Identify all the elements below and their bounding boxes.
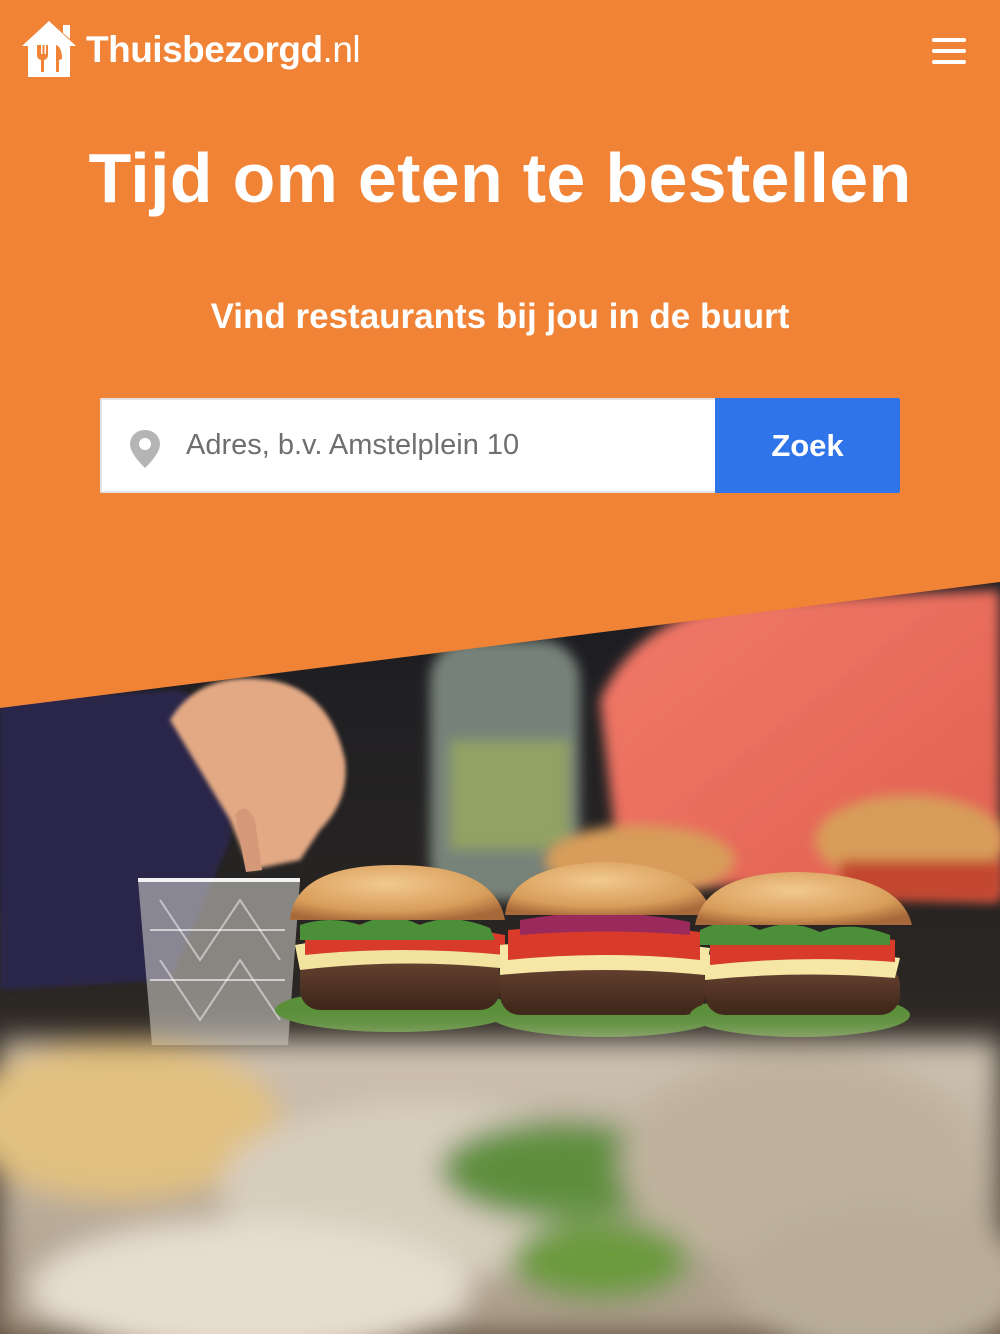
hamburger-menu-icon[interactable]: [932, 35, 968, 67]
brand-name: Thuisbezorgd: [86, 28, 323, 70]
address-input[interactable]: [186, 400, 701, 491]
site-header: Thuisbezorgd.nl: [0, 0, 1000, 100]
brand-wordmark: Thuisbezorgd.nl: [86, 28, 361, 70]
page: Thuisbezorgd.nl Tijd om eten te bestelle…: [0, 0, 1000, 1334]
hero-title: Tijd om eten te bestellen: [88, 139, 912, 217]
menu-bar-top: [932, 38, 966, 42]
search-button[interactable]: Zoek: [715, 398, 900, 493]
house-cutlery-logo-icon: [22, 21, 76, 77]
address-field[interactable]: [100, 398, 715, 493]
hero-subtitle: Vind restaurants bij jou in de buurt: [210, 297, 790, 336]
brand-tld: .nl: [322, 28, 361, 70]
menu-bar-middle: [932, 49, 966, 53]
map-pin-icon: [130, 430, 160, 468]
menu-bar-bottom: [932, 60, 966, 64]
address-search-form: Zoek: [100, 398, 900, 493]
brand-logo[interactable]: Thuisbezorgd.nl: [20, 18, 361, 80]
